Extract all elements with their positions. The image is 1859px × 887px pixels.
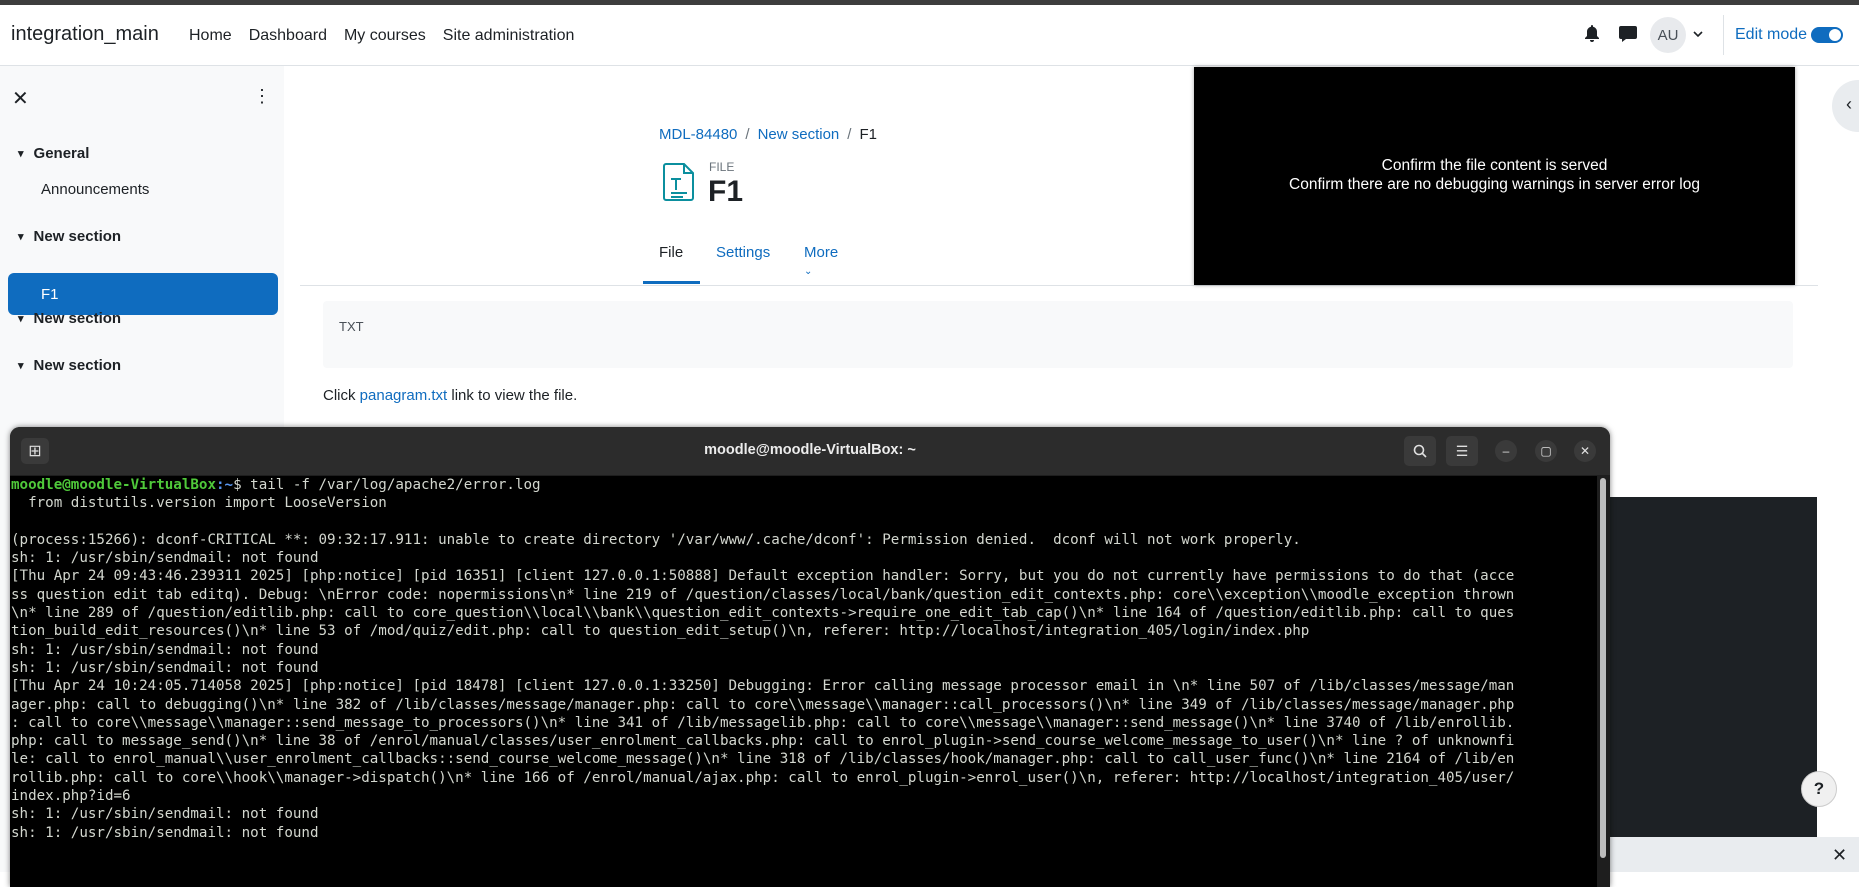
footer-bar xyxy=(1577,837,1859,872)
notification-bell-icon[interactable] xyxy=(1584,25,1600,43)
chevron-down-icon[interactable]: ▾ xyxy=(18,230,24,243)
messages-icon[interactable] xyxy=(1619,26,1637,42)
prompt-command: $ tail -f /var/log/apache2/error.log xyxy=(233,477,541,493)
terminal-log-line: from distutils.version import LooseVersi… xyxy=(11,495,387,512)
tabs-divider xyxy=(300,285,1818,286)
section-new-section-1[interactable]: ▾ New section xyxy=(18,228,121,245)
terminal-log-line: le: call to enrol_manual\\user_enrolment… xyxy=(11,751,1515,768)
section-general[interactable]: ▾ General xyxy=(18,145,89,162)
drawer-menu-kebab-icon[interactable]: ⋮ xyxy=(253,86,271,107)
chevron-left-icon: ‹ xyxy=(1846,94,1852,114)
file-link[interactable]: panagram.txt xyxy=(360,387,448,404)
terminal-output[interactable]: moodle@moodle-VirtualBox:~$ tail -f /var… xyxy=(10,476,1597,887)
file-document-icon xyxy=(663,163,694,201)
section-new-section-2[interactable]: ▾ New section xyxy=(18,310,121,327)
terminal-log-line: rollib.php: call to core\\hook\\manager-… xyxy=(11,769,1515,786)
hamburger-menu-icon[interactable]: ☰ xyxy=(1446,436,1478,466)
terminal-log-line: : call to core\\message\\manager::send_m… xyxy=(11,714,1515,731)
edit-mode-toggle[interactable] xyxy=(1811,27,1843,43)
nav-dashboard[interactable]: Dashboard xyxy=(249,27,327,45)
chevron-down-icon: ⌄ xyxy=(804,266,813,277)
terminal-title: moodle@moodle-VirtualBox: ~ xyxy=(704,442,916,458)
terminal-log-line: index.php?id=6 xyxy=(11,788,131,805)
navbar-divider xyxy=(1723,15,1724,55)
terminal-log-line: sh: 1: /usr/sbin/sendmail: not found xyxy=(11,659,319,676)
test-instruction-overlay: Confirm the file content is served Confi… xyxy=(1194,67,1795,285)
section-title: General xyxy=(33,145,90,162)
terminal-log-line: ager.php: call to debugging()\n* line 38… xyxy=(11,696,1515,713)
help-button[interactable]: ? xyxy=(1801,771,1837,807)
section-title: New section xyxy=(33,310,122,327)
page-title: F1 xyxy=(708,175,744,208)
nav-site-administration[interactable]: Site administration xyxy=(443,27,575,45)
instruction-line-1: Confirm the file content is served xyxy=(1381,157,1608,174)
search-icon[interactable] xyxy=(1404,436,1436,466)
chevron-down-icon[interactable] xyxy=(1693,29,1703,39)
background-dark-panel xyxy=(1577,497,1817,837)
section-new-section-3[interactable]: ▾ New section xyxy=(18,357,121,374)
breadcrumb-current: F1 xyxy=(859,126,877,143)
nav-home[interactable]: Home xyxy=(189,27,232,45)
minimize-icon[interactable]: – xyxy=(1495,440,1517,462)
maximize-icon[interactable]: ▢ xyxy=(1535,440,1557,462)
instruction-line-2: Confirm there are no debugging warnings … xyxy=(1289,176,1700,193)
breadcrumb-section[interactable]: New section xyxy=(758,126,840,143)
section-title: New section xyxy=(33,228,122,245)
active-tab-indicator xyxy=(643,281,700,284)
top-navbar: integration_main Home Dashboard My cours… xyxy=(0,5,1859,66)
terminal-log-line: [Thu Apr 24 10:24:05.714058 2025] [php:n… xyxy=(11,678,1515,695)
close-icon[interactable]: ✕ xyxy=(1574,440,1596,462)
terminal-titlebar[interactable]: ⊞ moodle@moodle-VirtualBox: ~ ☰ – ▢ ✕ xyxy=(10,427,1610,475)
open-block-drawer-button[interactable]: ‹ xyxy=(1832,80,1859,132)
primary-navigation: Home Dashboard My courses Site administr… xyxy=(189,27,574,45)
terminal-log-line: sh: 1: /usr/sbin/sendmail: not found xyxy=(11,550,319,567)
terminal-log-line: sh: 1: /usr/sbin/sendmail: not found xyxy=(11,824,319,841)
prompt-path: :~ xyxy=(216,477,234,493)
terminal-log-line: (process:15266): dconf-CRITICAL **: 09:3… xyxy=(11,531,1301,548)
chevron-down-icon[interactable]: ▾ xyxy=(18,312,24,325)
terminal-window[interactable]: ⊞ moodle@moodle-VirtualBox: ~ ☰ – ▢ ✕ mo… xyxy=(10,427,1610,887)
breadcrumb-course[interactable]: MDL-84480 xyxy=(659,126,737,143)
close-drawer-icon[interactable]: ✕ xyxy=(12,86,29,111)
activity-announcements[interactable]: Announcements xyxy=(41,181,149,198)
user-avatar[interactable]: AU xyxy=(1650,17,1686,53)
edit-mode-label: Edit mode xyxy=(1735,26,1808,43)
tab-settings[interactable]: Settings xyxy=(716,244,770,261)
activity-type-label: FILE xyxy=(709,160,735,174)
file-link-instructions: Click panagram.txt link to view the file… xyxy=(323,387,578,404)
section-title: New section xyxy=(33,357,122,374)
tab-file[interactable]: File xyxy=(659,244,683,261)
terminal-log-line: sh: 1: /usr/sbin/sendmail: not found xyxy=(11,806,319,823)
terminal-log-line: [Thu Apr 24 09:43:46.239311 2025] [php:n… xyxy=(11,568,1515,585)
activity-f1-active[interactable]: F1 xyxy=(8,273,278,315)
terminal-prompt-line: moodle@moodle-VirtualBox:~$ tail -f /var… xyxy=(10,476,1597,494)
tab-more-label: More xyxy=(804,244,839,261)
site-name[interactable]: integration_main xyxy=(11,23,159,46)
chevron-down-icon[interactable]: ▾ xyxy=(18,359,24,372)
file-type-box: TXT xyxy=(323,301,1793,368)
terminal-log-lines: from distutils.version import LooseVersi… xyxy=(10,494,1597,842)
terminal-log-line xyxy=(10,513,1597,531)
chevron-down-icon[interactable]: ▾ xyxy=(18,147,24,160)
prompt-user: moodle@moodle-VirtualBox xyxy=(11,477,216,493)
tab-more[interactable]: More ⌄ xyxy=(804,244,838,278)
breadcrumb: MDL-84480/New section / F1 xyxy=(659,126,877,143)
file-type-badge: TXT xyxy=(339,319,364,334)
nav-my-courses[interactable]: My courses xyxy=(344,27,426,45)
close-icon[interactable]: ✕ xyxy=(1832,845,1847,866)
terminal-log-line: ss question edit tab editq). Debug: \nEr… xyxy=(11,586,1515,603)
terminal-scrollbar[interactable] xyxy=(1600,478,1606,858)
terminal-log-line: tion_build_edit_resources()\n* line 53 o… xyxy=(11,623,1310,640)
terminal-log-line: \n* line 289 of /question/editlib.php: c… xyxy=(11,605,1515,622)
terminal-log-line: php: call to message_send()\n* line 38 o… xyxy=(11,733,1515,750)
terminal-log-line: sh: 1: /usr/sbin/sendmail: not found xyxy=(11,641,319,658)
